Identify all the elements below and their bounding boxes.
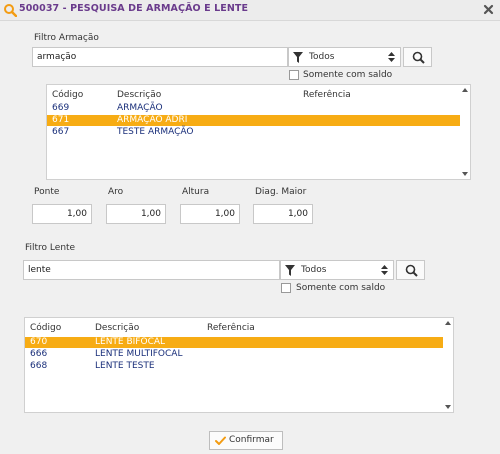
diag-maior-label: Diag. Maior [255,187,307,197]
col-descricao: Descrição [95,323,140,333]
table-row-selected[interactable]: 670 LENTE BIFOCAL [25,337,443,348]
lente-grid-header: Código Descrição Referência [25,323,443,335]
col-referencia: Referência [207,323,255,333]
lente-grid-scrollbar[interactable] [444,318,453,412]
col-codigo: Código [52,90,84,100]
lente-search-input[interactable]: lente [23,260,280,280]
altura-label: Altura [182,187,210,197]
armacao-filter-select[interactable]: Todos [288,47,401,67]
window-title: 500037 - PESQUISA DE ARMAÇÃO E LENTE [19,3,249,14]
close-icon[interactable] [482,3,495,16]
lente-filter-label: Filtro Lente [25,243,76,253]
armacao-search-button[interactable] [403,47,432,67]
armacao-somente-saldo-checkbox[interactable] [289,70,299,80]
aro-input[interactable]: 1,00 [106,204,166,224]
armacao-grid-header: Código Descrição Referência [47,90,460,102]
ponte-input[interactable]: 1,00 [32,204,92,224]
table-row[interactable]: 669 ARMAÇÃO [47,103,460,114]
confirm-button[interactable]: Confirmar [209,431,283,450]
check-icon [215,436,226,445]
scroll-down-icon[interactable] [462,172,468,176]
select-arrows-icon [388,52,395,62]
ponte-label: Ponte [34,187,60,197]
cell-codigo: 668 [30,361,48,371]
armacao-grid[interactable]: Código Descrição Referência 669 ARMAÇÃO … [46,84,471,180]
lente-grid[interactable]: Código Descrição Referência 670 LENTE BI… [24,317,454,413]
filter-icon [293,52,303,63]
altura-input[interactable]: 1,00 [180,204,240,224]
col-referencia: Referência [303,90,351,100]
table-row[interactable]: 668 LENTE TESTE [25,361,443,372]
cell-descricao: LENTE BIFOCAL [95,337,166,347]
cell-codigo: 671 [52,115,70,125]
armacao-filter-label: Filtro Armação [34,33,99,43]
cell-codigo: 667 [52,127,70,137]
armacao-select-value: Todos [309,52,335,62]
table-row[interactable]: 667 TESTE ARMAÇÃO [47,127,460,138]
cell-descricao: ARMAÇÃO ADRI [117,115,188,125]
scroll-up-icon[interactable] [445,321,451,325]
cell-codigo: 670 [30,337,48,347]
title-bar: 500037 - PESQUISA DE ARMAÇÃO E LENTE [0,0,500,21]
scroll-down-icon[interactable] [445,405,451,409]
cell-descricao: LENTE MULTIFOCAL [95,349,183,359]
cell-descricao: LENTE TESTE [95,361,155,371]
magnifier-icon [412,51,425,64]
lente-filter-select[interactable]: Todos [280,260,394,280]
search-icon [4,4,17,17]
scroll-up-icon[interactable] [462,88,468,92]
armacao-somente-saldo-label: Somente com saldo [303,70,393,80]
table-row-selected[interactable]: 671 ARMAÇÃO ADRI [47,115,460,126]
aro-label: Aro [108,187,124,197]
armacao-grid-scrollbar[interactable] [461,85,470,179]
col-descricao: Descrição [117,90,162,100]
lente-somente-saldo-label: Somente com saldo [296,283,386,293]
filter-icon [285,265,295,276]
lente-somente-saldo-checkbox[interactable] [281,283,291,293]
lente-select-value: Todos [301,265,327,275]
cell-codigo: 666 [30,349,48,359]
armacao-search-input[interactable]: armação [32,47,288,67]
confirm-label: Confirmar [229,435,274,445]
cell-descricao: ARMAÇÃO [117,103,163,113]
diag-maior-input[interactable]: 1,00 [253,204,313,224]
lente-search-button[interactable] [396,260,425,280]
magnifier-icon [405,264,418,277]
col-codigo: Código [30,323,62,333]
cell-descricao: TESTE ARMAÇÃO [117,127,194,137]
table-row[interactable]: 666 LENTE MULTIFOCAL [25,349,443,360]
cell-codigo: 669 [52,103,70,113]
select-arrows-icon [381,265,388,275]
